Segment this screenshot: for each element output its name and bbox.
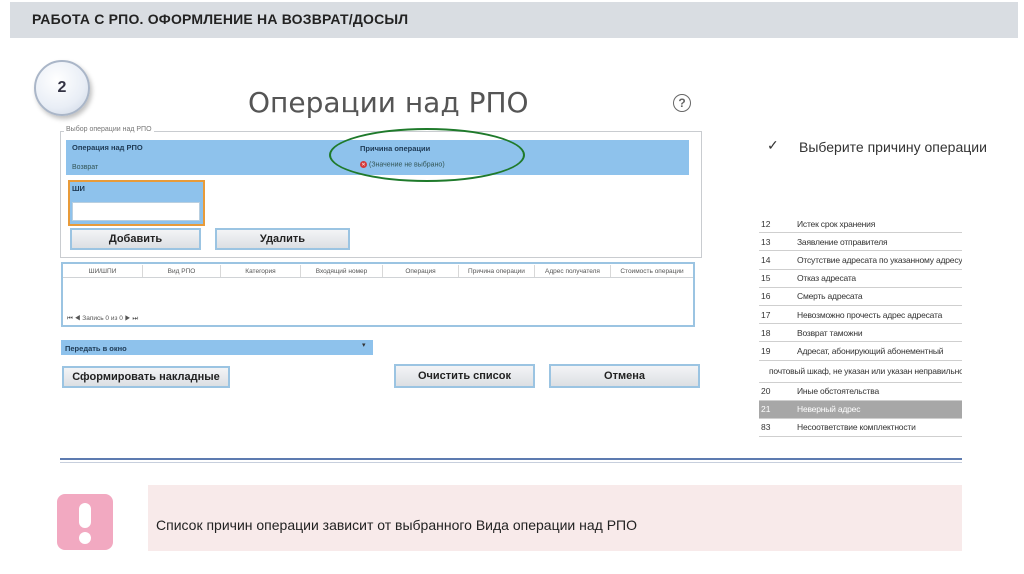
col-header[interactable]: Причина операции [459,265,535,277]
reason-text: Отказ адресата [797,273,856,284]
col-header[interactable]: Категория [221,265,301,277]
list-item[interactable]: 12 Истек срок хранения [759,215,962,234]
list-item[interactable]: 13 Заявление отправителя [759,233,962,252]
reason-text: Неверный адрес [797,404,861,415]
help-icon[interactable]: ? [673,94,691,112]
list-item[interactable]: 20 Иные обстоятельства [759,383,962,401]
pager-next-icon[interactable]: ▶ [125,315,131,322]
pager-first-icon[interactable]: ⏮ [67,315,73,322]
col-header[interactable]: Вид РПО [143,265,221,277]
list-item[interactable]: 16 Смерть адресата [759,288,962,306]
reason-text: Иные обстоятельства [797,386,880,397]
dialog-title: Операции над РПО [248,86,529,119]
operation-value[interactable]: Возврат [72,164,98,171]
reason-code: 19 [761,345,771,356]
send-to-window-label: Передать в окно [65,344,127,353]
add-button[interactable]: Добавить [70,228,201,250]
reason-code: 15 [761,273,771,284]
reason-code: 17 [761,309,771,320]
reason-code: 20 [761,386,771,397]
list-item[interactable]: 14 Отсутствие адресата по указанному адре… [759,251,962,270]
operation-label: Операция над РПО [72,143,143,152]
list-item[interactable]: 17 Невозможно прочесть адрес адресата [759,306,962,325]
reason-code: 21 [761,404,771,415]
table-pager: ⏮ ◀ Запись 0 из 0 ▶ ⏭ [67,315,138,323]
reason-text: Невозможно прочесть адрес адресата [797,309,943,320]
step-badge: 2 [34,60,90,116]
reasons-list: 12 Истек срок хранения 13 Заявление отправ… [759,215,962,438]
cancel-button[interactable]: Отмена [549,364,700,388]
table-header: ШИ/ШПИ Вид РПО Категория Входящий номер … [63,265,693,278]
delete-button[interactable]: Удалить [215,228,350,250]
reason-code: 16 [761,291,771,302]
reason-text: Истек срок хранения [797,218,876,229]
highlight-ellipse [329,128,525,182]
reason-code: 18 [761,327,771,338]
reason-code: 14 [761,254,771,265]
reason-text: Несоответствие комплектности [797,422,916,433]
shi-input[interactable] [72,202,200,221]
hint-text: Выберите причину операции [799,139,987,155]
reason-text: Адресат, абонирующий абонементный [797,345,944,356]
list-item[interactable]: 15 Отказ адресата [759,270,962,288]
fieldset-legend: Выбор операции над РПО [64,126,154,133]
page-title: РАБОТА С РПО. ОФОРМЛЕНИЕ НА ВОЗВРАТ/ДОСЫ… [32,11,409,27]
shi-label: ШИ [72,184,85,193]
reason-code: 13 [761,236,771,247]
chevron-down-icon[interactable]: ▾ [362,341,366,349]
list-item[interactable]: 83 Несоответствие комплектности [759,419,962,438]
col-header[interactable]: ШИ/ШПИ [63,265,143,277]
col-header[interactable]: Адрес получателя [535,265,611,277]
note-text: Список причин операции зависит от выбран… [156,517,637,533]
reason-text: почтовый шкаф, не указан или указан непр… [769,366,962,376]
pager-last-icon[interactable]: ⏭ [132,315,138,322]
form-invoices-button[interactable]: Сформировать накладные [62,366,230,388]
reason-code: 83 [761,422,771,433]
col-header[interactable]: Входящий номер [301,265,383,277]
list-item[interactable]: почтовый шкаф, не указан или указан непр… [759,361,962,383]
list-item[interactable]: 19 Адресат, абонирующий абонементный [759,342,962,361]
reason-text: Возврат таможни [797,327,863,338]
check-icon: ✓ [767,137,779,153]
col-header[interactable]: Операция [383,265,459,277]
exclamation-icon [57,494,113,550]
reason-text: Заявление отправителя [797,236,888,247]
list-item[interactable]: 18 Возврат таможни [759,324,962,343]
clear-list-button[interactable]: Очистить список [394,364,535,388]
reason-text: Смерть адресата [797,291,863,302]
pager-prev-icon[interactable]: ◀ [75,315,81,322]
list-item[interactable]: 21 Неверный адрес [759,400,962,419]
reason-code: 12 [761,218,771,229]
divider [60,462,962,463]
divider [60,458,962,460]
reason-text: Отсутствие адресата по указанному адресу [797,254,962,265]
pager-text: Запись 0 из 0 [82,315,123,322]
col-header[interactable]: Стоимость операции [611,265,693,277]
